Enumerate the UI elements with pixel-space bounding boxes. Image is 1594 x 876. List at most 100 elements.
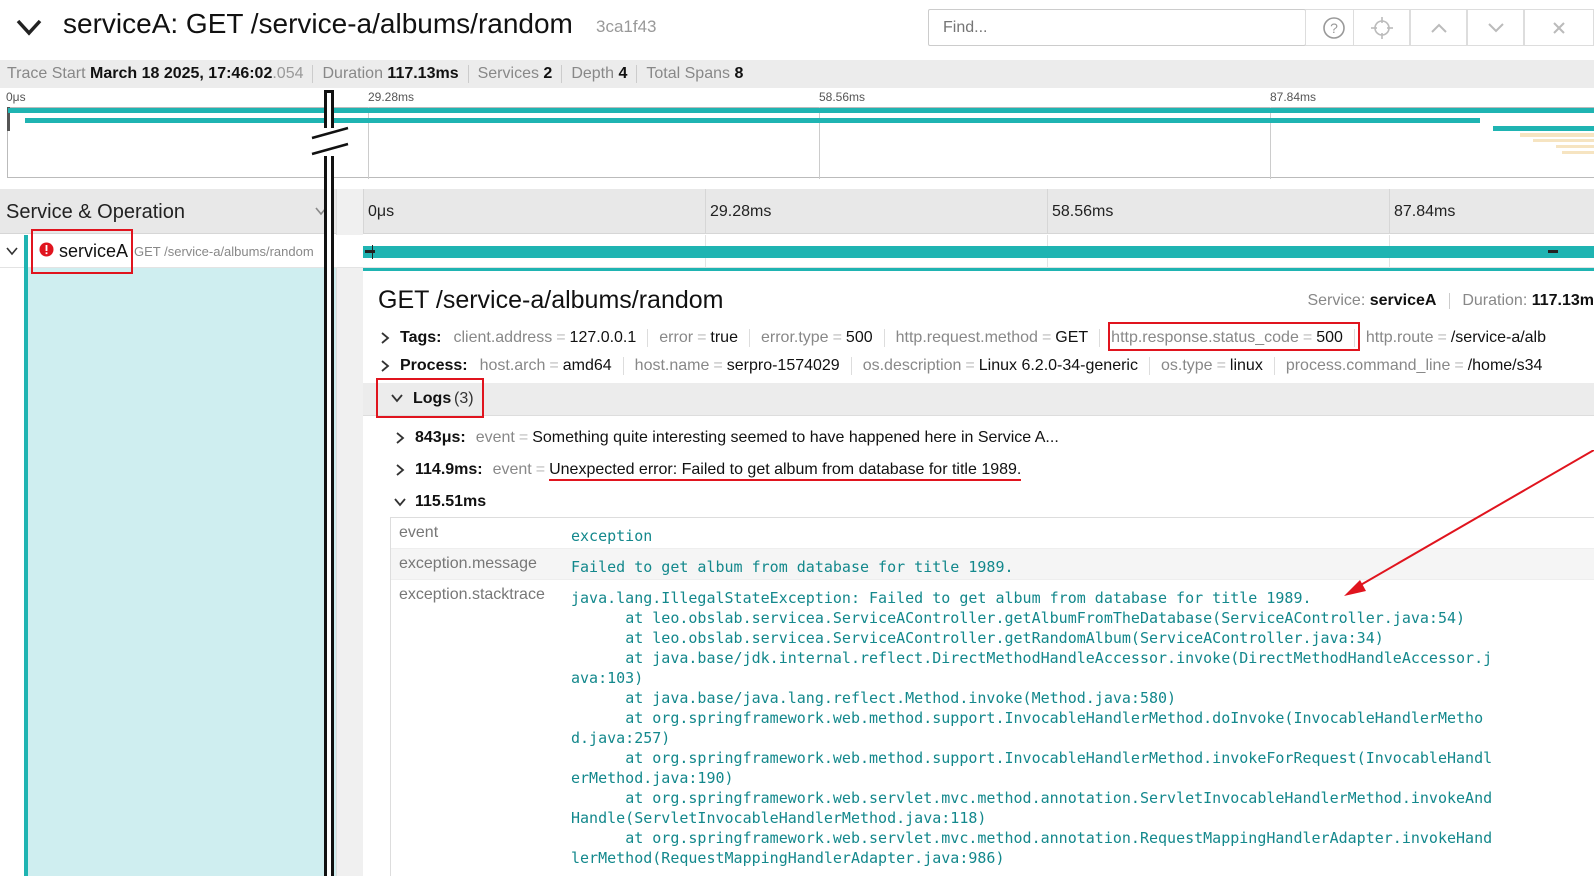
service-operation-header: Service & Operation <box>6 201 185 223</box>
process-item: os.description = Linux 6.2.0-34-generic <box>862 357 1138 374</box>
minimap-tick: 58.56ms <box>819 90 866 104</box>
span-detail-indicator <box>24 268 336 876</box>
log-field-key: exception.message <box>399 555 537 572</box>
annotation-break-marks <box>311 126 349 156</box>
chevron-right-icon[interactable] <box>393 431 407 445</box>
log-field-value: exception <box>571 527 653 545</box>
minimap-span-bar <box>8 108 1594 113</box>
chevron-down-icon[interactable] <box>390 392 404 404</box>
log-entry[interactable]: 114.9ms: event = Unexpected error: Failed … <box>393 461 1022 481</box>
column-splitter[interactable] <box>336 189 363 876</box>
chevron-up-icon <box>1430 23 1447 33</box>
crosshair-icon <box>1370 16 1393 39</box>
process-label: Process: <box>400 357 468 374</box>
tag-item: http.request.method = GET <box>895 329 1089 346</box>
logs-label: Logs <box>413 390 452 407</box>
minimap-tick: 29.28ms <box>368 90 415 104</box>
total-spans-label: Total Spans <box>646 65 730 82</box>
trace-start-label: Trace Start <box>7 65 86 82</box>
span-duration-bar[interactable] <box>363 246 1594 258</box>
svg-text:?: ? <box>1330 20 1338 36</box>
trace-start-ms: .054 <box>272 65 304 82</box>
span-detail-meta: Service: serviceA Duration: 117.13m <box>1307 292 1594 310</box>
log-field-key: exception.stacktrace <box>399 586 545 603</box>
tag-item: client.address = 127.0.0.1 <box>453 329 637 346</box>
help-icon: ? <box>1322 16 1345 39</box>
log-marker <box>372 245 373 259</box>
chevron-down-icon <box>1487 22 1504 32</box>
trace-id: 3ca1f43 <box>596 17 657 36</box>
duration-label: Duration: <box>1462 292 1528 309</box>
minimap-span-bar <box>1533 139 1594 142</box>
process-item: host.name = serpro-1574029 <box>634 357 840 374</box>
service-value: serviceA <box>1369 292 1437 309</box>
minimap-span-bar <box>1562 151 1594 154</box>
timeline-header: Service & Operation 0μs 29.28ms 58.56ms … <box>0 189 1594 234</box>
prev-match-button[interactable] <box>1410 9 1467 46</box>
stacktrace-value: java.lang.IllegalStateException: Failed … <box>571 589 1493 867</box>
tags-label: Tags: <box>400 329 442 346</box>
services-label: Services <box>477 65 539 82</box>
span-service-color <box>24 235 28 268</box>
log-timestamp: 843μs: <box>415 429 466 446</box>
total-spans-value: 8 <box>734 65 744 82</box>
process-item: os.type = linux <box>1160 357 1263 374</box>
tag-item: http.route =/service-a/alb <box>1365 329 1547 346</box>
minimap-tick: 87.84ms <box>1270 90 1317 104</box>
span-name-cell[interactable]: serviceA GET /service-a/albums/random <box>0 235 336 268</box>
chevron-down-icon[interactable] <box>14 12 44 42</box>
tag-item: error.type = 500 <box>760 329 873 346</box>
log-marker <box>365 250 375 253</box>
trace-summary-bar: Trace Start March 18 2025, 17:46:02 .054… <box>0 60 1594 88</box>
process-row[interactable]: Process: host.arch = amd64 host.name = serpr… <box>378 357 1542 375</box>
minimap-span-bar <box>1556 145 1594 148</box>
clear-search-button[interactable] <box>1524 9 1594 46</box>
services-value: 2 <box>543 65 553 82</box>
log-key: event <box>475 429 515 446</box>
error-icon <box>39 242 54 257</box>
service-label: Service: <box>1307 292 1366 309</box>
chevron-right-icon[interactable] <box>393 463 407 477</box>
log-field-key: event <box>399 524 439 541</box>
trace-minimap[interactable]: 0μs 29.28ms 58.56ms 87.84ms <box>0 89 1594 179</box>
logs-count: (3) <box>454 390 474 407</box>
minimap-span-bar <box>25 118 1480 123</box>
span-detail-title: GET /service-a/albums/random <box>378 286 724 314</box>
log-marker <box>1548 250 1558 253</box>
trace-header: serviceA: GET /service-a/albums/random 3… <box>0 0 1594 56</box>
log-entry[interactable]: 843μs: event = Something quite interesting… <box>393 429 1059 447</box>
timeline-gridline <box>1047 189 1048 234</box>
find-input[interactable] <box>928 9 1306 46</box>
span-tree-column <box>0 268 336 876</box>
timeline-tick: 29.28ms <box>710 203 772 220</box>
next-match-button[interactable] <box>1467 9 1524 46</box>
chevron-down-icon[interactable] <box>5 245 19 257</box>
tag-item: error = true <box>659 329 738 346</box>
span-service-name: serviceA <box>59 241 129 261</box>
timeline-gridline <box>1389 189 1390 234</box>
timeline-tick: 0μs <box>368 203 395 220</box>
minimap-span-bar <box>1493 126 1594 131</box>
timeline-gridline <box>705 189 706 234</box>
timeline-gridline <box>363 189 364 234</box>
log-key: event <box>492 461 532 478</box>
span-operation-name: GET /service-a/albums/random <box>134 244 314 259</box>
tag-item-status-code: http.response.status_code = 500 <box>1111 329 1343 346</box>
log-entry-expanded[interactable]: 115.51ms <box>393 493 496 511</box>
locate-button[interactable] <box>1353 9 1410 46</box>
log-value: Something quite interesting seemed to ha… <box>532 429 1059 446</box>
logs-header[interactable]: Logs (3) <box>363 383 1594 416</box>
span-row[interactable]: serviceA GET /service-a/albums/random <box>0 235 1594 268</box>
log-timestamp: 115.51ms <box>415 493 487 510</box>
annotation-arrow <box>1344 450 1594 596</box>
annotation-break-line <box>331 90 334 876</box>
chevron-right-icon[interactable] <box>378 331 392 345</box>
chevron-right-icon[interactable] <box>378 359 392 373</box>
minimap-tick: 0μs <box>6 90 26 104</box>
log-value-error: Unexpected error: Failed to get album fr… <box>549 461 1022 481</box>
chevron-down-icon[interactable] <box>393 495 407 509</box>
log-field-value: Failed to get album from database for ti… <box>571 558 1014 576</box>
duration-label: Duration <box>322 65 383 82</box>
tags-row[interactable]: Tags: client.address = 127.0.0.1 error = tru… <box>378 329 1546 347</box>
depth-label: Depth <box>571 65 615 82</box>
